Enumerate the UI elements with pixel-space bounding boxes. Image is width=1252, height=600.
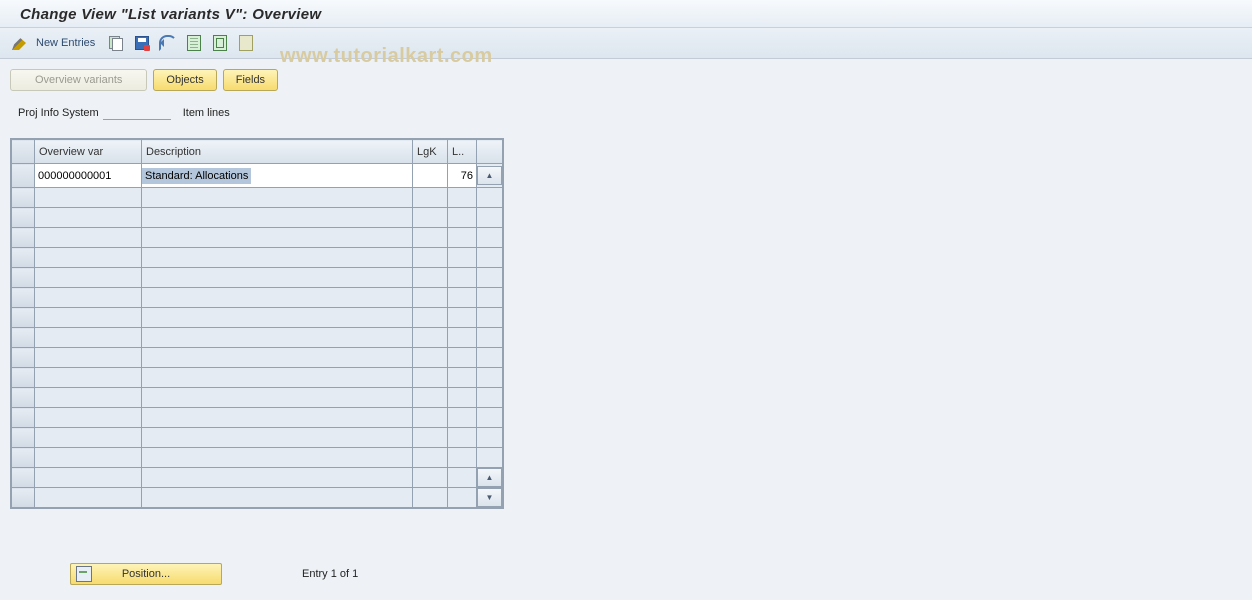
- cell-description[interactable]: Standard: Allocations: [142, 164, 413, 188]
- table-row[interactable]: [12, 188, 503, 208]
- undo-change-button[interactable]: [157, 32, 179, 54]
- deselect-all-button[interactable]: [235, 32, 257, 54]
- cell-lgk[interactable]: [413, 164, 448, 188]
- page-title: Change View "List variants V": Overview: [0, 0, 1252, 28]
- new-entries-button[interactable]: New Entries: [34, 37, 101, 49]
- select-all-rows-corner[interactable]: [12, 140, 35, 164]
- scroll-down-button[interactable]: ▼: [477, 488, 503, 508]
- table-row[interactable]: [12, 388, 503, 408]
- scroll-page-up-button[interactable]: ▲: [477, 468, 503, 488]
- col-header-lgk[interactable]: LgK: [413, 140, 448, 164]
- table-header-row: Overview var Description LgK L..: [12, 140, 503, 164]
- table-row[interactable]: [12, 328, 503, 348]
- toggle-display-change-button[interactable]: [8, 32, 30, 54]
- table-row[interactable]: [12, 288, 503, 308]
- tab-overview-variants[interactable]: Overview variants: [10, 69, 147, 91]
- horizontal-scroll-header: [477, 140, 503, 164]
- cell-l[interactable]: 76: [448, 164, 477, 188]
- table-row[interactable]: [12, 208, 503, 228]
- table-row[interactable]: [12, 368, 503, 388]
- select-block-button[interactable]: [209, 32, 231, 54]
- position-button[interactable]: Position...: [70, 563, 222, 585]
- tab-fields[interactable]: Fields: [223, 69, 278, 91]
- item-lines-label: Item lines: [183, 107, 230, 119]
- col-header-overview-var[interactable]: Overview var: [35, 140, 142, 164]
- col-header-description[interactable]: Description: [142, 140, 413, 164]
- tab-objects[interactable]: Objects: [153, 69, 216, 91]
- cell-overview-var[interactable]: 000000000001: [35, 164, 142, 188]
- select-all-button[interactable]: [183, 32, 205, 54]
- delete-button[interactable]: [131, 32, 153, 54]
- table-row[interactable]: [12, 408, 503, 428]
- application-toolbar: New Entries: [0, 28, 1252, 59]
- table-row[interactable]: ▲: [12, 468, 503, 488]
- table-row[interactable]: [12, 308, 503, 328]
- info-line: Proj Info System Item lines: [18, 105, 1242, 120]
- table-row[interactable]: [12, 228, 503, 248]
- table-row[interactable]: [12, 248, 503, 268]
- tab-strip: Overview variants Objects Fields: [10, 69, 1242, 91]
- scroll-up-button[interactable]: ▲: [477, 164, 503, 188]
- proj-info-system-label: Proj Info System: [18, 107, 99, 119]
- position-icon: [76, 566, 92, 582]
- col-header-l[interactable]: L..: [448, 140, 477, 164]
- table-control: Overview var Description LgK L.. 0000000…: [10, 138, 504, 509]
- table-row[interactable]: ▼: [12, 488, 503, 508]
- table-row[interactable]: [12, 448, 503, 468]
- table-row[interactable]: [12, 428, 503, 448]
- entry-counter: Entry 1 of 1: [302, 568, 358, 580]
- table-row[interactable]: [12, 348, 503, 368]
- table-row[interactable]: [12, 268, 503, 288]
- row-selector[interactable]: [12, 164, 35, 188]
- table-row[interactable]: 000000000001 Standard: Allocations 76 ▲: [12, 164, 503, 188]
- proj-info-system-value: [103, 105, 171, 120]
- copy-as-button[interactable]: [105, 32, 127, 54]
